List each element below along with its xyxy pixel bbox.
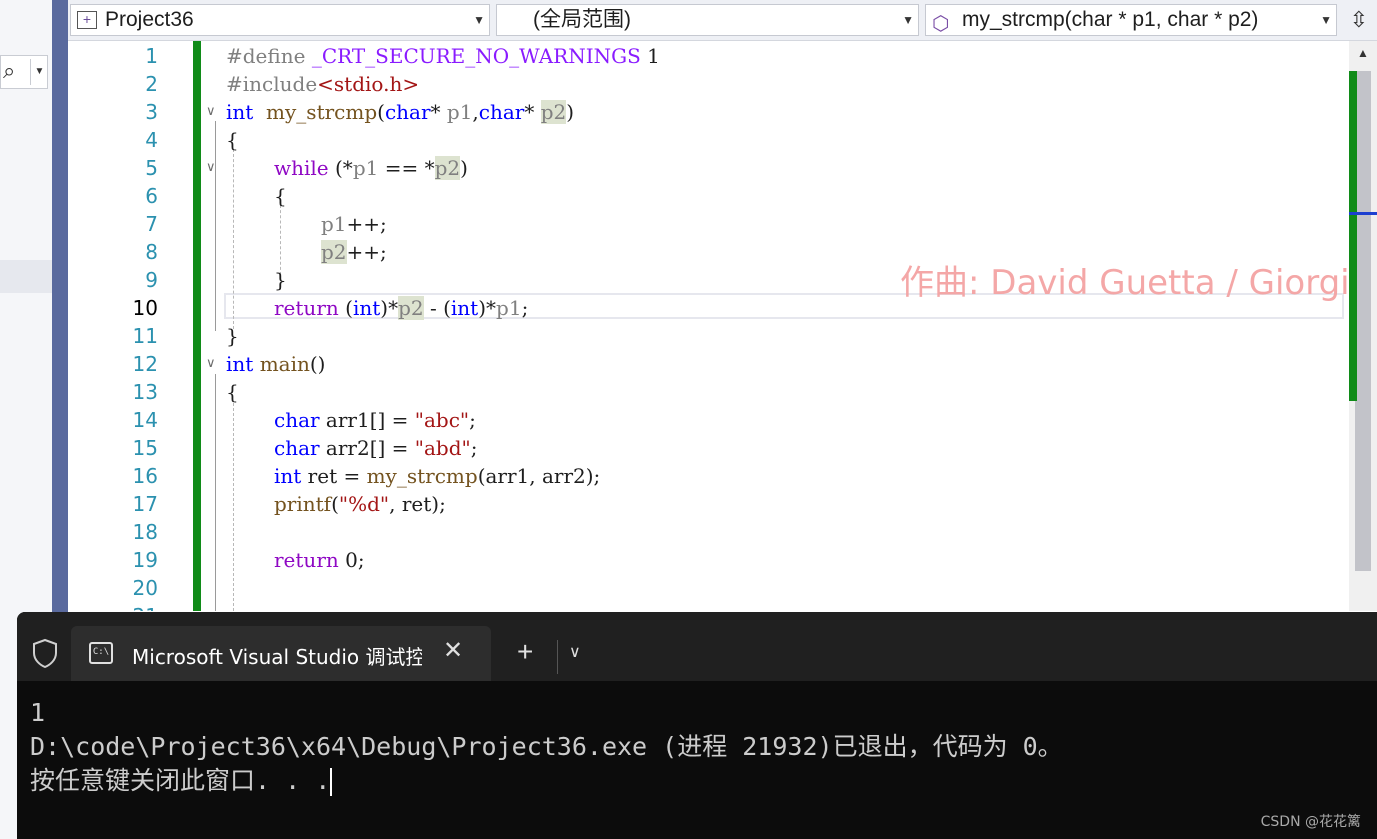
output-line: 1 [30,698,46,727]
line-number: 14 [132,408,158,432]
terminal-tab[interactable]: C:\ Microsoft Visual Studio 调试控制台 ✕ [71,626,491,681]
line-number: 12 [132,352,158,376]
indent-guide [280,205,281,275]
code-line-7: p1++; [321,212,387,236]
chevron-down-icon[interactable]: ∨ [569,642,581,662]
code-line-19: return 0; [274,548,365,572]
line-number: 2 [145,72,158,96]
close-icon[interactable]: ✕ [443,636,463,665]
line-number: 1 [145,44,158,68]
line-number: 17 [132,492,158,516]
indent-guide [233,403,234,611]
code-line-2: #include<stdio.h> [226,72,420,96]
chevron-down-icon[interactable]: ▼ [473,5,485,35]
lyrics-overlay-text: 作曲: David Guetta / Giorgio [900,263,1349,303]
search-box[interactable]: ⌕ ▼ [0,55,48,89]
terminal-output[interactable]: 1 D:\code\Project36\x64\Debug\Project36.e… [30,696,1063,798]
line-number: 4 [145,128,158,152]
line-number: 9 [145,268,158,292]
line-number: 18 [132,520,158,544]
split-icon[interactable]: ⇳ [1344,4,1374,36]
collapse-icon[interactable]: ∨ [206,103,216,119]
scope-dropdown[interactable]: (全局范围) ▼ [496,4,919,36]
code-line-16: int ret = my_strcmp(arr1, arr2); [274,464,601,488]
editor-gutter [68,41,96,611]
scope-name: (全局范围) [533,8,631,31]
code-line-10: return (int)*p2 - (int)*p1; [274,296,529,320]
vertical-scrollbar[interactable]: ▲ [1349,41,1377,611]
line-number: 11 [132,324,158,348]
line-number: 20 [132,576,158,600]
code-line-8: p2++; [321,240,387,264]
code-line-1: #define _CRT_SECURE_NO_WARNINGS 1 [226,44,660,68]
shield-icon[interactable] [32,638,58,668]
line-number: 21 [98,604,158,611]
code-editor[interactable]: 1 2 3 4 5 6 7 8 9 10 11 12 13 14 15 16 1… [68,41,1349,611]
chevron-up-icon[interactable]: ▲ [1349,41,1377,65]
code-line-15: char arr2[] = "abd"; [274,436,478,460]
project-icon: + [77,11,97,29]
cmd-icon: C:\ [89,642,113,664]
selected-tree-row[interactable] [0,260,52,293]
fold-guide [215,374,216,611]
line-number: 19 [132,548,158,572]
code-line-11: } [226,324,239,348]
code-line-3: int my_strcmp(char* p1,char* p2) [226,100,575,124]
line-number: 13 [132,380,158,404]
code-line-17: printf("%d", ret); [274,492,446,516]
collapse-icon[interactable]: ∨ [206,355,216,371]
terminal-tab-bar: C:\ Microsoft Visual Studio 调试控制台 ✕ + ∨ [17,612,1377,681]
line-number: 7 [145,212,158,236]
scrollbar-change-marker [1349,71,1357,401]
code-line-5: while (*p1 == *p2) [274,156,468,180]
chevron-down-icon[interactable]: ▼ [1320,5,1332,35]
csdn-watermark: CSDN @花花篱 [1260,814,1361,830]
scrollbar-caret-marker [1349,212,1377,215]
indent-guide [233,149,234,329]
line-number: 3 [145,100,158,124]
cube-icon: ⬡ [932,13,950,35]
line-number: 6 [145,184,158,208]
text-cursor [330,768,333,796]
line-number: 16 [132,464,158,488]
change-tracking-bar [193,41,201,611]
navigation-bar: + Project36 ▼ (全局范围) ▼ ⬡ my_strcmp(char … [68,0,1377,41]
line-number-current: 10 [132,296,158,320]
code-line-14: char arr1[] = "abc"; [274,408,476,432]
code-line-6: { [274,184,287,208]
fold-guide [215,121,216,331]
function-name: my_strcmp(char * p1, char * p2) [962,8,1259,31]
terminal-tab-title: Microsoft Visual Studio 调试控制台 [132,645,422,669]
search-icon[interactable]: ⌕ [3,58,15,84]
code-line-4: { [226,128,239,152]
function-dropdown[interactable]: ⬡ my_strcmp(char * p1, char * p2) ▼ [925,4,1337,36]
chevron-down-icon[interactable]: ▼ [902,5,914,35]
code-line-12: int main() [226,352,326,376]
tab-divider [557,640,558,674]
line-number: 5 [145,156,158,180]
line-number: 8 [145,240,158,264]
code-line-9: } [274,268,287,292]
line-number: 15 [132,436,158,460]
code-line-13: { [226,380,239,404]
terminal-window[interactable]: C:\ Microsoft Visual Studio 调试控制台 ✕ + ∨ … [17,612,1377,839]
project-name: Project36 [105,8,194,31]
new-tab-icon[interactable]: + [517,638,533,666]
search-dropdown-icon[interactable]: ▼ [30,59,48,85]
project-dropdown[interactable]: + Project36 ▼ [70,4,490,36]
output-line: D:\code\Project36\x64\Debug\Project36.ex… [30,732,1063,761]
scrollbar-thumb[interactable] [1355,71,1371,571]
output-line-prompt: 按任意键关闭此窗口. . . [30,766,333,796]
